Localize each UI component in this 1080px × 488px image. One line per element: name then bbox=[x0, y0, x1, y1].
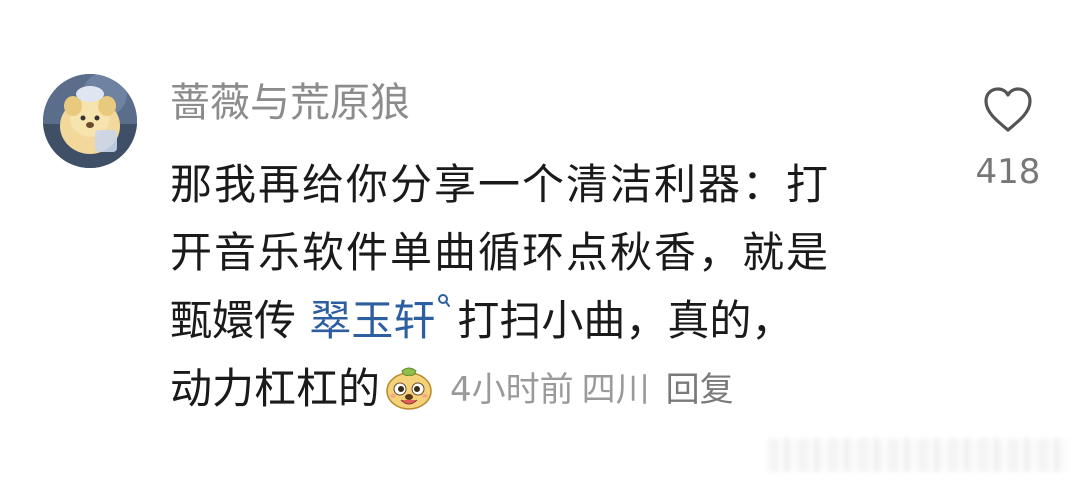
comment-line-2: 开音乐软件单曲循环点秋香，就是 bbox=[170, 228, 831, 277]
song-link[interactable]: 翠玉轩 bbox=[309, 293, 457, 345]
heart-icon bbox=[984, 87, 1032, 132]
comment-text: 那我再给你分享一个清洁利器：打 开音乐软件单曲循环点秋香，就是 甄嬛传 翠玉轩打… bbox=[170, 151, 940, 423]
search-icon bbox=[437, 293, 451, 313]
blurred-watermark bbox=[768, 438, 1068, 472]
comment-location: 四川 bbox=[581, 370, 650, 410]
avatar-image bbox=[43, 74, 137, 168]
reply-button[interactable]: 回复 bbox=[666, 370, 734, 410]
comment-line-4-text: 动力杠杠的 bbox=[170, 364, 381, 413]
comment-line-3-suffix: 打扫小曲，真的， bbox=[457, 296, 794, 345]
avatar[interactable] bbox=[43, 74, 137, 168]
song-link-text: 翠玉轩 bbox=[309, 296, 436, 345]
comment-line-3: 甄嬛传 翠玉轩 打扫小曲，真的， bbox=[170, 287, 940, 355]
comment-item: 蔷薇与荒原狼 那我再给你分享一个清洁利器：打 开音乐软件单曲循环点秋香，就是 甄… bbox=[0, 0, 1080, 488]
grinning-dog-face-icon bbox=[384, 363, 434, 411]
like-button[interactable]: 418 bbox=[970, 86, 1046, 192]
comment-line-4: 动力杠杠的 4小时前 四川 回复 bbox=[170, 355, 940, 423]
comment-meta: 4小时前 四川 回复 bbox=[450, 370, 742, 410]
like-count: 418 bbox=[975, 152, 1041, 192]
username[interactable]: 蔷薇与荒原狼 bbox=[170, 77, 410, 129]
comment-line-3-prefix: 甄嬛传 bbox=[170, 296, 310, 345]
comment-time: 4小时前 bbox=[450, 370, 574, 410]
comment-line-1: 那我再给你分享一个清洁利器：打 bbox=[170, 160, 831, 209]
